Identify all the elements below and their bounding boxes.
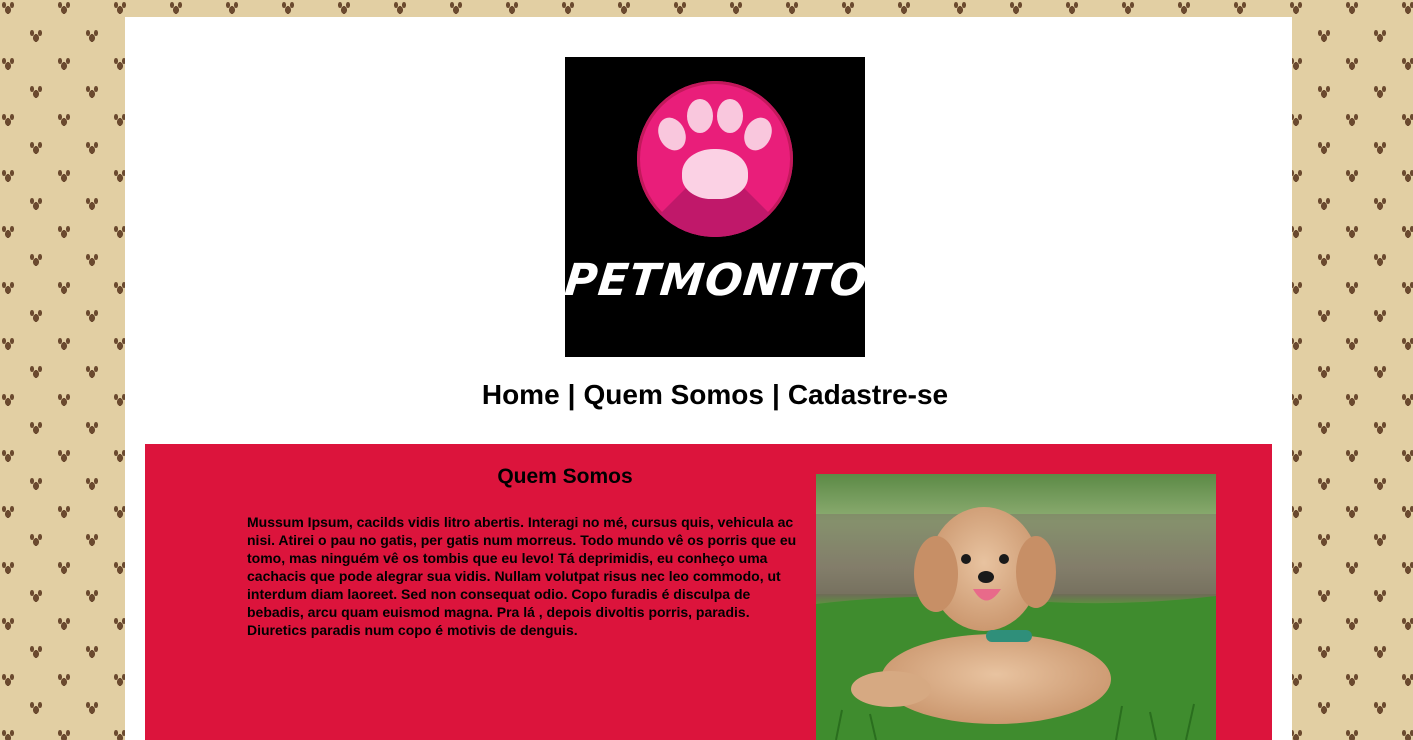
dog-photo-illustration	[816, 474, 1216, 740]
paw-toe-icon	[717, 99, 743, 133]
section-body-text: Mussum Ipsum, cacilds vidis litro aberti…	[247, 514, 797, 638]
nav-separator: |	[771, 379, 780, 410]
logo-brand-text: PETMONITOR	[562, 255, 906, 306]
page-container: PETMONITOR Home | Quem Somos | Cadastre-se Q…	[125, 17, 1292, 740]
paw-toe-icon	[687, 99, 713, 133]
paw-circle-icon	[637, 81, 793, 237]
paw-toe-icon	[653, 113, 691, 155]
nav-separator: |	[567, 379, 576, 410]
main-nav: Home | Quem Somos | Cadastre-se	[125, 379, 1305, 411]
section-title: Quem Somos	[497, 465, 633, 488]
paw-toe-icon	[739, 113, 777, 155]
dog-photo	[816, 474, 1216, 740]
nav-link-home[interactable]: Home	[482, 379, 560, 410]
petmonitor-logo[interactable]: PETMONITOR	[562, 57, 906, 357]
nav-link-cadastre-se[interactable]: Cadastre-se	[788, 379, 948, 410]
about-section: Quem Somos Mussum Ipsum, cacilds vidis l…	[145, 444, 1272, 740]
nav-link-quem-somos[interactable]: Quem Somos	[584, 379, 764, 410]
paw-pad-icon	[682, 149, 748, 199]
